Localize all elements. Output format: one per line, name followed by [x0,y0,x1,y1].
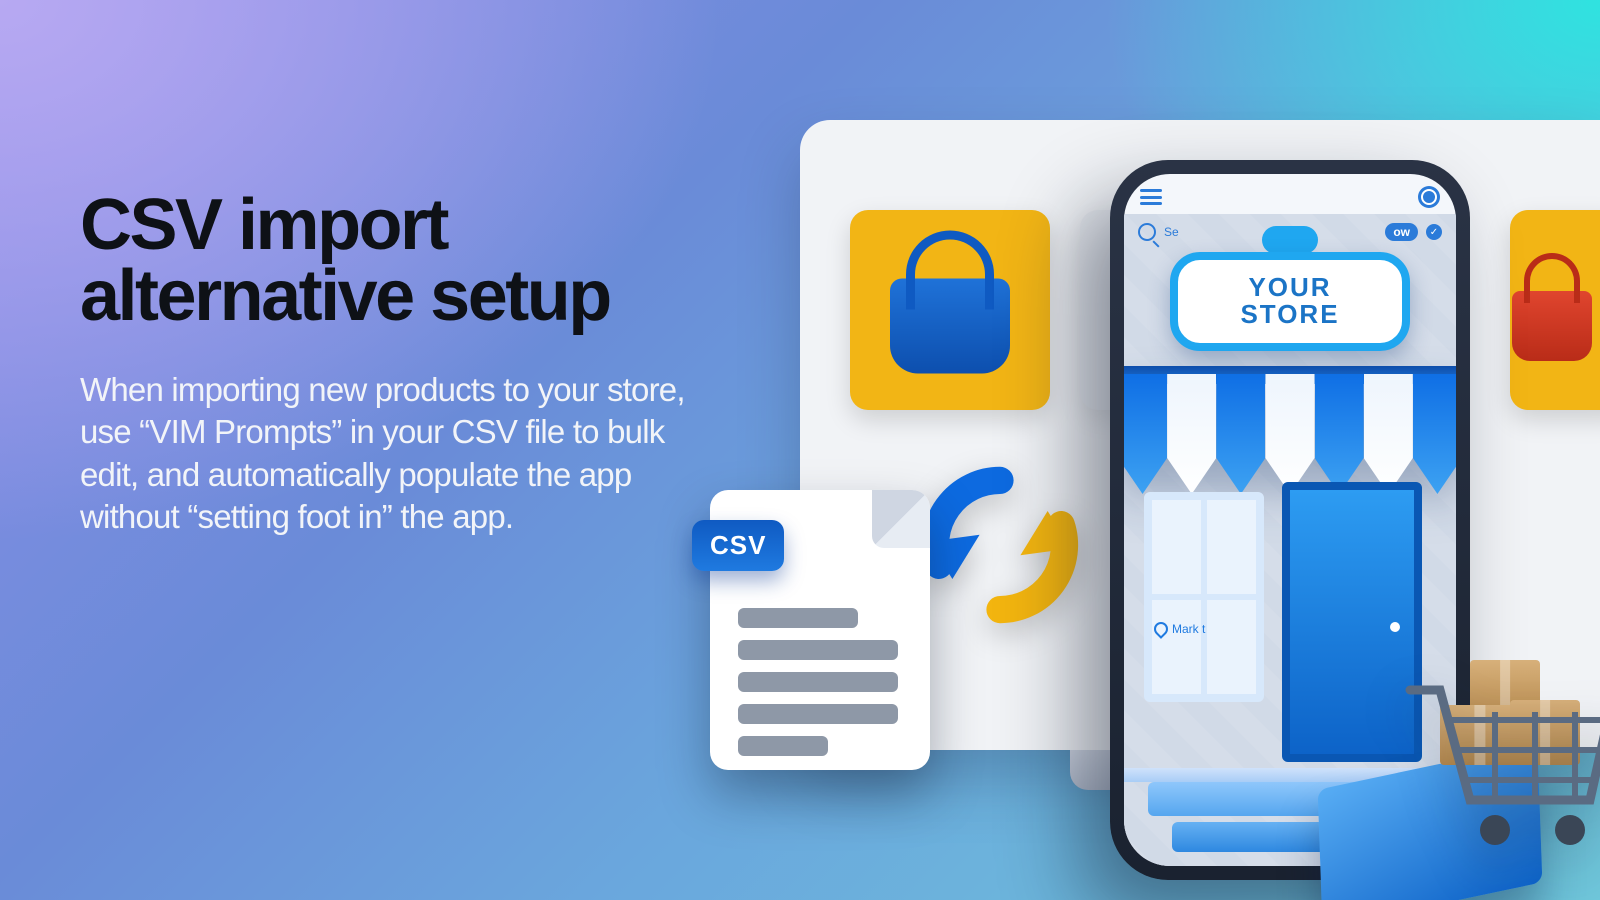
csv-file-icon: CSV [710,490,930,770]
product-tile-handbag [850,210,1050,410]
sync-arrows-icon [915,460,1085,630]
purse-icon [1512,291,1592,361]
store-sign-line-2: STORE [1196,301,1384,328]
doc-line [738,672,898,692]
headline-line-1: CSV import [80,185,447,265]
copy-block: CSV import alternative setup When import… [80,190,730,538]
doc-line [738,608,858,628]
store-window [1144,492,1264,702]
doc-line [738,736,828,756]
search-placeholder-fragment: Se [1164,225,1179,239]
map-pin-icon: Mark t [1154,622,1205,636]
page-fold [872,490,930,548]
store-sign: YOUR STORE [1170,252,1410,351]
body-text: When importing new products to your stor… [80,369,730,538]
handbag-icon [890,279,1010,374]
doc-line [738,640,898,660]
promo-slide: CSV import alternative setup When import… [0,0,1600,900]
search-icon [1138,223,1156,241]
headline-line-2: alternative setup [80,256,610,336]
illustration-stage: CSV Se ow ✓ [700,120,1600,900]
shopping-cart-icon [1400,650,1600,850]
headline: CSV import alternative setup [80,190,730,331]
user-avatar-icon [1418,186,1440,208]
doc-line [738,704,898,724]
check-circle-icon: ✓ [1426,224,1442,240]
store-sign-line-1: YOUR [1196,274,1384,301]
product-tile-purse [1510,210,1600,410]
status-chip: ow [1385,223,1418,241]
awning [1124,374,1456,494]
sign-post [1262,226,1318,254]
app-topbar [1140,184,1440,210]
csv-badge: CSV [692,520,784,571]
hamburger-menu-icon [1140,189,1162,205]
